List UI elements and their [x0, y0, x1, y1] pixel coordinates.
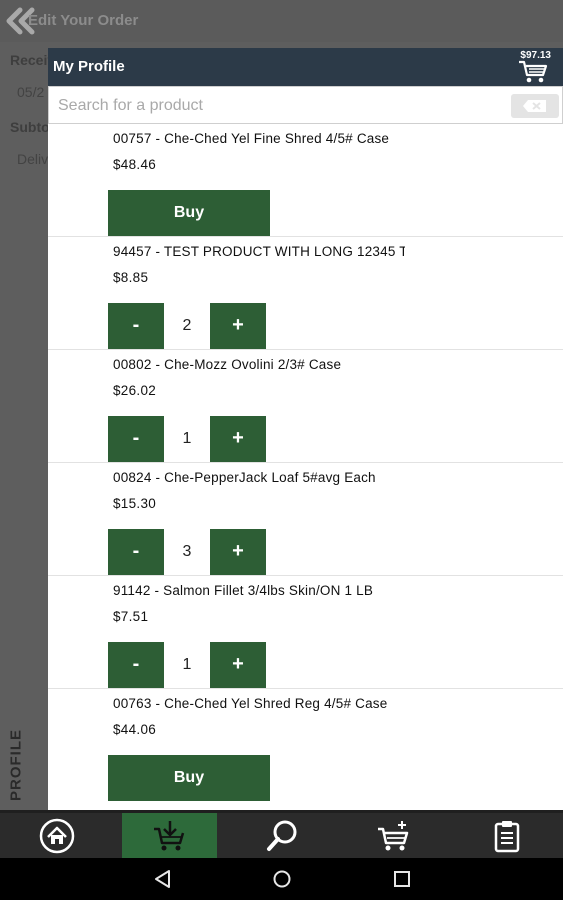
recents-square-icon[interactable] [390, 867, 414, 891]
system-navigation-bar [0, 858, 563, 900]
product-name: 00763 - Che-Ched Yel Shred Reg 4/5# Case [113, 696, 388, 711]
tab-order[interactable] [122, 813, 217, 858]
bottom-tab-bar [0, 810, 563, 858]
quantity-value: 2 [182, 317, 192, 334]
increase-quantity-button[interactable]: + [210, 416, 266, 462]
tab-home[interactable] [9, 813, 104, 858]
product-name: 00824 - Che-PepperJack Loaf 5#avg Each [113, 470, 376, 485]
product-name: 00802 - Che-Mozz Ovolini 2/3# Case [113, 357, 342, 372]
buy-button[interactable]: Buy [108, 190, 270, 236]
product-name: 00757 - Che-Ched Yel Fine Shred 4/5# Cas… [113, 131, 390, 146]
product-price: $15.30 [113, 496, 157, 511]
increase-quantity-button[interactable]: + [210, 303, 266, 349]
product-price: $44.06 [113, 722, 157, 737]
search-bar [48, 86, 563, 124]
product-price: $7.51 [113, 609, 149, 624]
product-price: $8.85 [113, 270, 149, 285]
tab-cart[interactable] [346, 813, 441, 858]
cart-icon[interactable] [517, 58, 549, 84]
home-icon [39, 818, 74, 853]
background-top-bar: Edit Your Order [0, 0, 563, 42]
tab-orders-list[interactable] [459, 813, 554, 858]
profile-side-tab[interactable]: PROFILE [0, 720, 32, 810]
panel-title: My Profile [53, 58, 125, 75]
product-name: 94457 - TEST PRODUCT WITH LONG 12345 TES… [113, 244, 405, 259]
cart-add-icon [377, 820, 408, 850]
quantity-value: 1 [182, 656, 192, 673]
buy-button[interactable]: Buy [108, 755, 270, 801]
cart-download-icon [153, 820, 184, 850]
panel-header: My Profile $97.13 [48, 48, 563, 86]
backspace-icon [523, 100, 546, 112]
clipboard-icon [494, 820, 519, 852]
home-circle-icon[interactable] [270, 867, 294, 891]
search-icon [266, 820, 296, 851]
profile-panel: My Profile $97.13 00757 - Che-Ched Yel F… [48, 48, 563, 810]
back-triangle-icon[interactable] [151, 867, 175, 891]
background-value: 05/2 [17, 84, 45, 100]
product-row: 00757 - Che-Ched Yel Fine Shred 4/5# Cas… [48, 125, 563, 237]
decrease-quantity-button[interactable]: - [108, 529, 164, 575]
profile-side-tab-label: PROFILE [7, 728, 25, 802]
tab-search[interactable] [234, 813, 329, 858]
product-row: 00824 - Che-PepperJack Loaf 5#avg Each $… [48, 464, 563, 576]
product-row: 91142 - Salmon Fillet 3/4lbs Skin/ON 1 L… [48, 577, 563, 689]
product-row: 94457 - TEST PRODUCT WITH LONG 12345 TES… [48, 238, 563, 350]
product-row: 00763 - Che-Ched Yel Shred Reg 4/5# Case… [48, 690, 563, 802]
increase-quantity-button[interactable]: + [210, 529, 266, 575]
decrease-quantity-button[interactable]: - [108, 642, 164, 688]
clear-search-button[interactable] [511, 94, 559, 118]
search-input[interactable] [52, 91, 507, 121]
quantity-value: 3 [182, 543, 192, 560]
decrease-quantity-button[interactable]: - [108, 416, 164, 462]
product-name: 91142 - Salmon Fillet 3/4lbs Skin/ON 1 L… [113, 583, 374, 598]
background-value: Deliv [17, 151, 49, 167]
increase-quantity-button[interactable]: + [210, 642, 266, 688]
background-title: Edit Your Order [28, 12, 139, 29]
decrease-quantity-button[interactable]: - [108, 303, 164, 349]
product-row: 00802 - Che-Mozz Ovolini 2/3# Case $26.0… [48, 351, 563, 463]
quantity-value: 1 [182, 430, 192, 447]
product-price: $26.02 [113, 383, 157, 398]
product-price: $48.46 [113, 157, 157, 172]
